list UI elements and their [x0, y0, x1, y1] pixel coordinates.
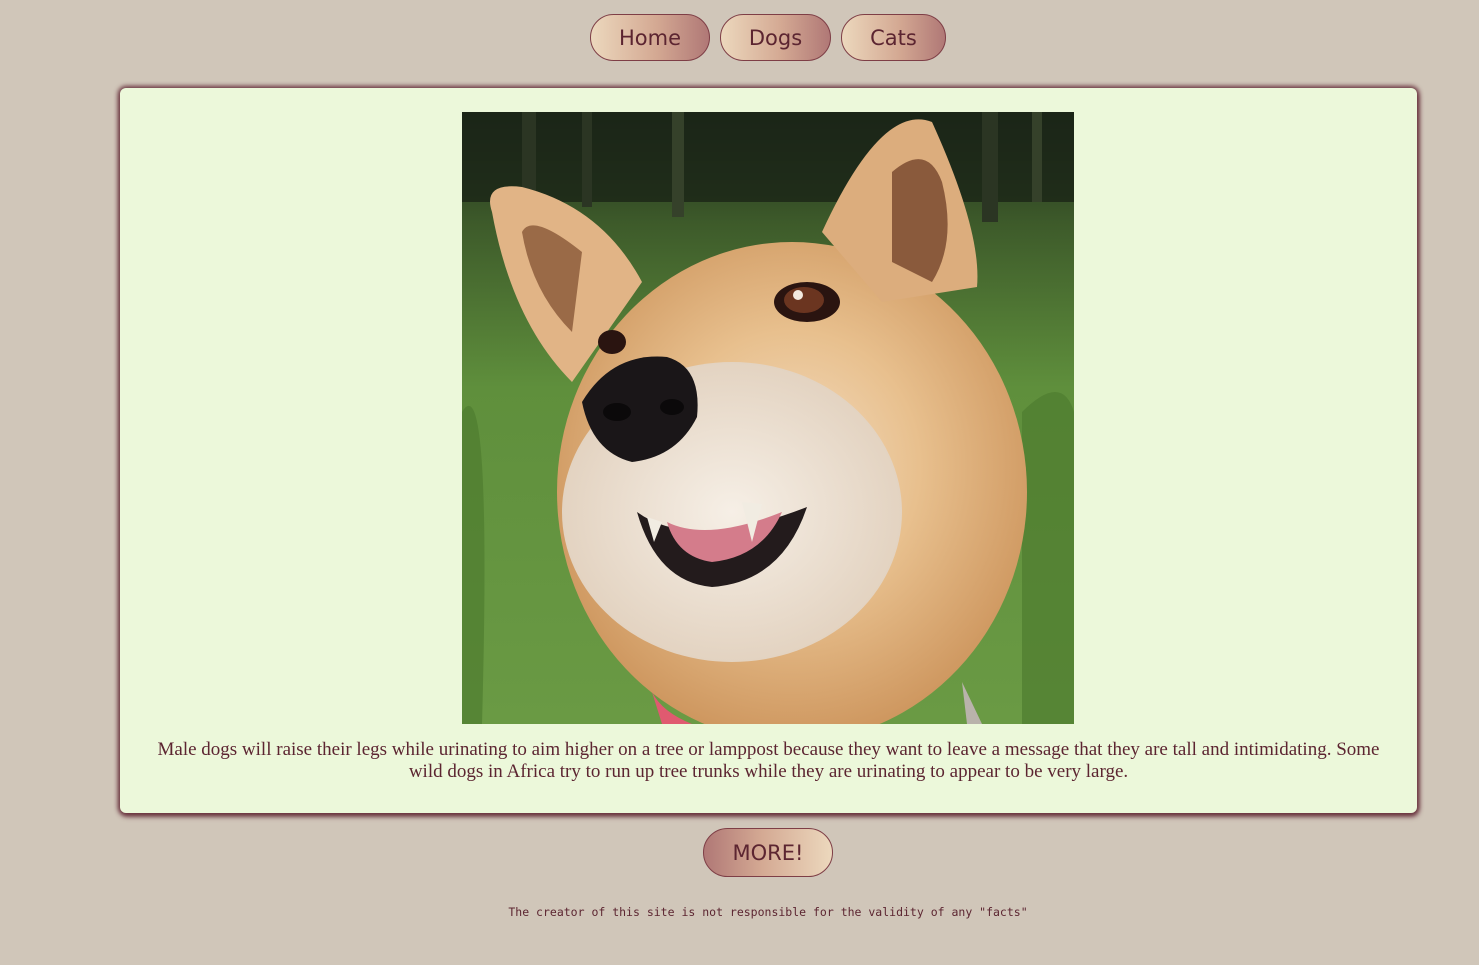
main-nav: Home Dogs Cats — [0, 14, 1479, 61]
dog-photo — [462, 112, 1074, 724]
nav-dogs-button[interactable]: Dogs — [720, 14, 831, 61]
dog-fact-text: Male dogs will raise their legs while ur… — [157, 739, 1380, 782]
fact-card: Male dogs will raise their legs while ur… — [120, 88, 1417, 813]
more-button[interactable]: MORE! — [703, 828, 833, 877]
nav-cats-button[interactable]: Cats — [841, 14, 946, 61]
footer-disclaimer: The creator of this site is not responsi… — [508, 905, 1028, 919]
nav-home-button[interactable]: Home — [590, 14, 710, 61]
